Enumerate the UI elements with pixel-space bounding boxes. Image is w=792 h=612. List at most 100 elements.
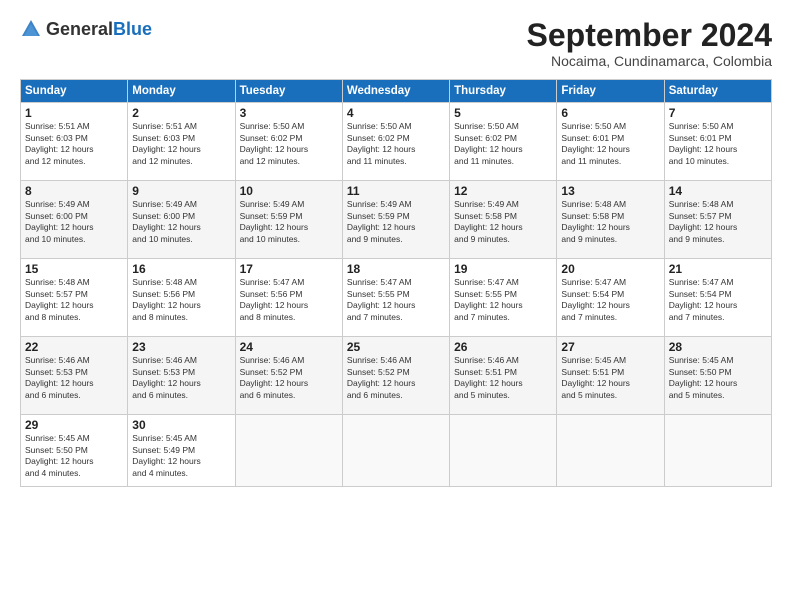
table-row: 29Sunrise: 5:45 AM Sunset: 5:50 PM Dayli… <box>21 415 128 487</box>
table-row: 21Sunrise: 5:47 AM Sunset: 5:54 PM Dayli… <box>664 259 771 337</box>
table-row: 26Sunrise: 5:46 AM Sunset: 5:51 PM Dayli… <box>450 337 557 415</box>
cell-info: Sunrise: 5:46 AM Sunset: 5:53 PM Dayligh… <box>132 355 230 401</box>
table-row: 18Sunrise: 5:47 AM Sunset: 5:55 PM Dayli… <box>342 259 449 337</box>
cell-info: Sunrise: 5:48 AM Sunset: 5:58 PM Dayligh… <box>561 199 659 245</box>
table-row: 7Sunrise: 5:50 AM Sunset: 6:01 PM Daylig… <box>664 103 771 181</box>
cell-info: Sunrise: 5:49 AM Sunset: 5:59 PM Dayligh… <box>240 199 338 245</box>
day-number: 5 <box>454 106 552 120</box>
calendar-table: Sunday Monday Tuesday Wednesday Thursday… <box>20 79 772 487</box>
location-subtitle: Nocaima, Cundinamarca, Colombia <box>527 53 772 69</box>
table-row <box>342 415 449 487</box>
calendar-page: GeneralBlue September 2024 Nocaima, Cund… <box>0 0 792 612</box>
logo-icon <box>20 18 42 40</box>
table-row: 23Sunrise: 5:46 AM Sunset: 5:53 PM Dayli… <box>128 337 235 415</box>
cell-info: Sunrise: 5:48 AM Sunset: 5:56 PM Dayligh… <box>132 277 230 323</box>
col-friday: Friday <box>557 80 664 103</box>
table-row: 9Sunrise: 5:49 AM Sunset: 6:00 PM Daylig… <box>128 181 235 259</box>
calendar-header-row: Sunday Monday Tuesday Wednesday Thursday… <box>21 80 772 103</box>
day-number: 14 <box>669 184 767 198</box>
table-row: 1Sunrise: 5:51 AM Sunset: 6:03 PM Daylig… <box>21 103 128 181</box>
day-number: 26 <box>454 340 552 354</box>
table-row: 8Sunrise: 5:49 AM Sunset: 6:00 PM Daylig… <box>21 181 128 259</box>
day-number: 4 <box>347 106 445 120</box>
table-row: 24Sunrise: 5:46 AM Sunset: 5:52 PM Dayli… <box>235 337 342 415</box>
cell-info: Sunrise: 5:47 AM Sunset: 5:55 PM Dayligh… <box>454 277 552 323</box>
cell-info: Sunrise: 5:46 AM Sunset: 5:52 PM Dayligh… <box>347 355 445 401</box>
table-row: 4Sunrise: 5:50 AM Sunset: 6:02 PM Daylig… <box>342 103 449 181</box>
day-number: 9 <box>132 184 230 198</box>
cell-info: Sunrise: 5:47 AM Sunset: 5:56 PM Dayligh… <box>240 277 338 323</box>
table-row: 22Sunrise: 5:46 AM Sunset: 5:53 PM Dayli… <box>21 337 128 415</box>
cell-info: Sunrise: 5:46 AM Sunset: 5:51 PM Dayligh… <box>454 355 552 401</box>
day-number: 16 <box>132 262 230 276</box>
day-number: 12 <box>454 184 552 198</box>
cell-info: Sunrise: 5:45 AM Sunset: 5:49 PM Dayligh… <box>132 433 230 479</box>
cell-info: Sunrise: 5:50 AM Sunset: 6:02 PM Dayligh… <box>454 121 552 167</box>
table-row: 27Sunrise: 5:45 AM Sunset: 5:51 PM Dayli… <box>557 337 664 415</box>
day-number: 17 <box>240 262 338 276</box>
cell-info: Sunrise: 5:47 AM Sunset: 5:55 PM Dayligh… <box>347 277 445 323</box>
col-sunday: Sunday <box>21 80 128 103</box>
logo-text-general: General <box>46 19 113 39</box>
cell-info: Sunrise: 5:49 AM Sunset: 6:00 PM Dayligh… <box>132 199 230 245</box>
cell-info: Sunrise: 5:45 AM Sunset: 5:50 PM Dayligh… <box>25 433 123 479</box>
cell-info: Sunrise: 5:48 AM Sunset: 5:57 PM Dayligh… <box>25 277 123 323</box>
col-monday: Monday <box>128 80 235 103</box>
table-row: 20Sunrise: 5:47 AM Sunset: 5:54 PM Dayli… <box>557 259 664 337</box>
logo: GeneralBlue <box>20 18 152 40</box>
day-number: 19 <box>454 262 552 276</box>
table-row: 11Sunrise: 5:49 AM Sunset: 5:59 PM Dayli… <box>342 181 449 259</box>
day-number: 21 <box>669 262 767 276</box>
day-number: 13 <box>561 184 659 198</box>
title-block: September 2024 Nocaima, Cundinamarca, Co… <box>527 18 772 69</box>
cell-info: Sunrise: 5:50 AM Sunset: 6:02 PM Dayligh… <box>240 121 338 167</box>
day-number: 24 <box>240 340 338 354</box>
day-number: 15 <box>25 262 123 276</box>
cell-info: Sunrise: 5:46 AM Sunset: 5:53 PM Dayligh… <box>25 355 123 401</box>
table-row: 12Sunrise: 5:49 AM Sunset: 5:58 PM Dayli… <box>450 181 557 259</box>
day-number: 3 <box>240 106 338 120</box>
day-number: 25 <box>347 340 445 354</box>
day-number: 6 <box>561 106 659 120</box>
cell-info: Sunrise: 5:45 AM Sunset: 5:50 PM Dayligh… <box>669 355 767 401</box>
table-row: 16Sunrise: 5:48 AM Sunset: 5:56 PM Dayli… <box>128 259 235 337</box>
table-row: 25Sunrise: 5:46 AM Sunset: 5:52 PM Dayli… <box>342 337 449 415</box>
cell-info: Sunrise: 5:47 AM Sunset: 5:54 PM Dayligh… <box>669 277 767 323</box>
table-row: 6Sunrise: 5:50 AM Sunset: 6:01 PM Daylig… <box>557 103 664 181</box>
day-number: 1 <box>25 106 123 120</box>
month-year-title: September 2024 <box>527 18 772 53</box>
table-row: 30Sunrise: 5:45 AM Sunset: 5:49 PM Dayli… <box>128 415 235 487</box>
day-number: 29 <box>25 418 123 432</box>
day-number: 18 <box>347 262 445 276</box>
table-row: 3Sunrise: 5:50 AM Sunset: 6:02 PM Daylig… <box>235 103 342 181</box>
col-tuesday: Tuesday <box>235 80 342 103</box>
cell-info: Sunrise: 5:51 AM Sunset: 6:03 PM Dayligh… <box>132 121 230 167</box>
col-wednesday: Wednesday <box>342 80 449 103</box>
cell-info: Sunrise: 5:50 AM Sunset: 6:01 PM Dayligh… <box>669 121 767 167</box>
cell-info: Sunrise: 5:50 AM Sunset: 6:02 PM Dayligh… <box>347 121 445 167</box>
cell-info: Sunrise: 5:49 AM Sunset: 5:59 PM Dayligh… <box>347 199 445 245</box>
day-number: 22 <box>25 340 123 354</box>
table-row <box>557 415 664 487</box>
table-row: 5Sunrise: 5:50 AM Sunset: 6:02 PM Daylig… <box>450 103 557 181</box>
day-number: 7 <box>669 106 767 120</box>
day-number: 2 <box>132 106 230 120</box>
day-number: 8 <box>25 184 123 198</box>
cell-info: Sunrise: 5:49 AM Sunset: 6:00 PM Dayligh… <box>25 199 123 245</box>
table-row: 28Sunrise: 5:45 AM Sunset: 5:50 PM Dayli… <box>664 337 771 415</box>
cell-info: Sunrise: 5:47 AM Sunset: 5:54 PM Dayligh… <box>561 277 659 323</box>
day-number: 28 <box>669 340 767 354</box>
day-number: 20 <box>561 262 659 276</box>
table-row: 10Sunrise: 5:49 AM Sunset: 5:59 PM Dayli… <box>235 181 342 259</box>
cell-info: Sunrise: 5:49 AM Sunset: 5:58 PM Dayligh… <box>454 199 552 245</box>
table-row <box>235 415 342 487</box>
table-row <box>450 415 557 487</box>
col-thursday: Thursday <box>450 80 557 103</box>
table-row: 2Sunrise: 5:51 AM Sunset: 6:03 PM Daylig… <box>128 103 235 181</box>
day-number: 30 <box>132 418 230 432</box>
table-row: 15Sunrise: 5:48 AM Sunset: 5:57 PM Dayli… <box>21 259 128 337</box>
day-number: 23 <box>132 340 230 354</box>
cell-info: Sunrise: 5:46 AM Sunset: 5:52 PM Dayligh… <box>240 355 338 401</box>
day-number: 10 <box>240 184 338 198</box>
cell-info: Sunrise: 5:45 AM Sunset: 5:51 PM Dayligh… <box>561 355 659 401</box>
